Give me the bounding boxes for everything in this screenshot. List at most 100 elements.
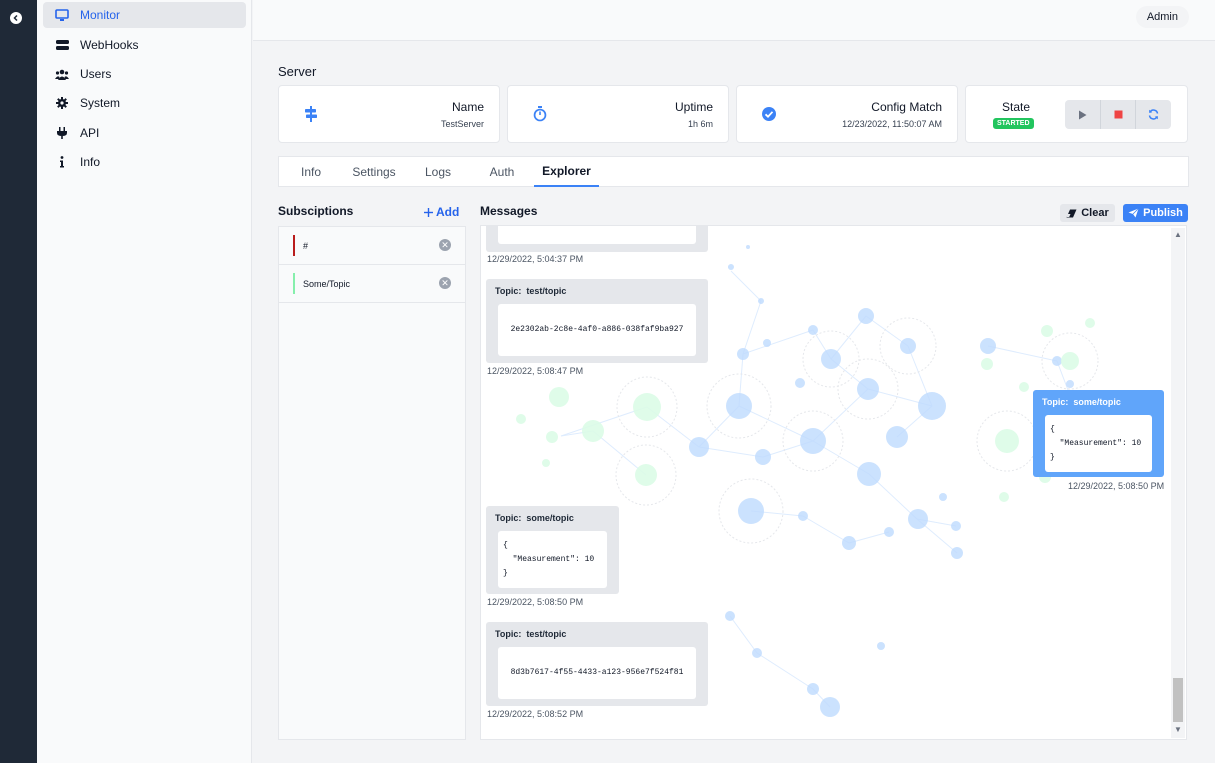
chevron-left-icon <box>13 14 18 22</box>
message-timestamp: 12/29/2022, 5:04:37 PM <box>487 254 584 264</box>
restart-button[interactable] <box>1136 100 1171 129</box>
tab-bar: Info Settings Logs Auth Explorer <box>278 156 1189 187</box>
payload-line: "Measurement": 10 <box>1050 439 1142 448</box>
topic-value: test/topic <box>526 286 567 296</box>
app-rail <box>0 0 37 763</box>
payload-line: "Measurement": 10 <box>503 555 595 564</box>
payload-text: 8d3b7617-4f55-4433-a123-956e7f524f81 <box>510 668 684 677</box>
refresh-icon <box>1148 109 1159 120</box>
start-button[interactable] <box>1065 100 1101 129</box>
message-payload: 8d3b7617-4f55-4433-a123-956e7f524f81 <box>498 647 696 699</box>
publish-button-label: Publish <box>1143 207 1183 219</box>
card-title: Name <box>451 100 484 114</box>
remove-subscription-button[interactable]: ✕ <box>439 239 451 251</box>
sidebar-item-system[interactable]: System <box>43 90 246 116</box>
signpost-icon <box>303 106 319 122</box>
payload-text: 2e2302ab-2c8e-4af0-a886-038faf9ba927 <box>510 325 684 334</box>
tab-info[interactable]: Info <box>287 157 335 187</box>
message-topic: Topic: test/topic <box>495 286 566 296</box>
eraser-icon <box>1066 209 1077 217</box>
stop-button[interactable] <box>1101 100 1137 129</box>
user-menu-button[interactable]: Admin <box>1135 6 1189 28</box>
messages-scrollbar[interactable]: ▲ ▼ <box>1171 228 1185 738</box>
card-title: Config Match <box>871 100 942 114</box>
top-bar: Admin <box>253 0 1215 41</box>
plus-icon <box>424 208 433 217</box>
sidebar-item-api[interactable]: API <box>43 120 246 146</box>
message-timestamp: 12/29/2022, 5:08:52 PM <box>487 709 584 719</box>
subscription-item[interactable]: Some/Topic ✕ <box>279 265 465 303</box>
message-topic: Topic: some/topic <box>495 513 574 523</box>
monitor-icon <box>55 8 69 22</box>
message-payload: { "Measurement": 10 } <box>1045 415 1152 472</box>
tab-auth[interactable]: Auth <box>478 157 526 187</box>
server-icon <box>55 38 69 52</box>
paper-plane-icon <box>1128 208 1139 218</box>
scroll-down-icon[interactable]: ▼ <box>1174 725 1182 734</box>
subscription-item[interactable]: # ✕ <box>279 227 465 265</box>
check-circle-icon <box>761 106 777 122</box>
tab-logs[interactable]: Logs <box>416 157 460 187</box>
message-timestamp: 12/29/2022, 5:08:47 PM <box>487 366 584 376</box>
message-timestamp: 12/29/2022, 5:08:50 PM <box>487 597 584 607</box>
card-title: Uptime <box>674 100 713 114</box>
topic-value: some/topic <box>1073 397 1121 407</box>
clear-button[interactable]: Clear <box>1060 204 1115 222</box>
sidebar-item-monitor[interactable]: Monitor <box>43 2 246 28</box>
sidebar-item-label: API <box>80 126 100 140</box>
close-icon: ✕ <box>441 240 449 250</box>
sidebar-item-info[interactable]: Info <box>43 149 246 175</box>
subscription-topic: Some/Topic <box>303 279 351 289</box>
message-bubble: Topic: test/topic 8d3b7617-4f55-4433-a12… <box>486 622 708 706</box>
sidebar: Monitor WebHooks Users System API Info <box>37 0 252 763</box>
tab-settings[interactable]: Settings <box>347 157 401 187</box>
server-section-title: Server <box>278 64 317 79</box>
tab-explorer[interactable]: Explorer <box>534 157 599 187</box>
info-icon <box>55 155 69 169</box>
message-timestamp: 12/29/2022, 5:08:50 PM <box>1068 481 1165 491</box>
sidebar-item-label: Info <box>80 155 101 169</box>
topic-value: test/topic <box>526 629 567 639</box>
card-title: State <box>1002 100 1031 114</box>
message-payload: 2e2302ab-2c8e-4af0-a886-038faf9ba927 <box>498 304 696 356</box>
sidebar-item-webhooks[interactable]: WebHooks <box>43 32 246 58</box>
messages-panel: 12/29/2022, 5:04:37 PM Topic: test/topic… <box>480 225 1187 740</box>
remove-subscription-button[interactable]: ✕ <box>439 277 451 289</box>
state-card: State STARTED <box>965 85 1188 143</box>
sidebar-item-label: Users <box>80 67 112 81</box>
subscription-color-bar <box>293 235 295 256</box>
topic-prefix: Topic: <box>495 286 522 296</box>
sidebar-item-label: System <box>80 96 121 110</box>
plug-icon <box>55 126 69 140</box>
config-match-value: 12/23/2022, 11:50:07 AM <box>842 119 942 129</box>
publish-button[interactable]: Publish <box>1123 204 1188 222</box>
sidebar-item-users[interactable]: Users <box>43 61 246 87</box>
message-bubble: Topic: some/topic { "Measurement": 10 } <box>486 506 619 594</box>
collapse-sidebar-button[interactable] <box>10 12 22 24</box>
message-payload <box>498 226 696 244</box>
subscription-topic: # <box>303 241 309 251</box>
message-bubble-outgoing: Topic: some/topic { "Measurement": 10 } <box>1033 390 1164 477</box>
messages-title: Messages <box>480 204 538 218</box>
topic-prefix: Topic: <box>495 629 522 639</box>
scroll-up-icon[interactable]: ▲ <box>1174 230 1182 239</box>
payload-line: { <box>503 541 508 550</box>
uptime-value: 1h 6m <box>687 119 713 129</box>
sidebar-item-label: WebHooks <box>80 38 139 52</box>
stop-icon <box>1114 110 1122 119</box>
subscription-color-bar <box>293 273 295 294</box>
clear-button-label: Clear <box>1081 207 1109 219</box>
config-match-card: Config Match 12/23/2022, 11:50:07 AM <box>736 85 958 143</box>
scrollbar-thumb[interactable] <box>1173 678 1183 722</box>
status-badge: STARTED <box>993 118 1034 129</box>
payload-line: { <box>1050 425 1055 434</box>
add-subscription-button[interactable]: Add <box>424 205 459 219</box>
message-bubble: Topic: test/topic 2e2302ab-2c8e-4af0-a88… <box>486 279 708 363</box>
close-icon: ✕ <box>441 278 449 288</box>
subscriptions-panel: # ✕ Some/Topic ✕ <box>278 226 466 740</box>
payload-line: } <box>503 569 508 578</box>
play-icon <box>1078 110 1087 119</box>
gear-icon <box>55 96 69 110</box>
subscriptions-title: Subsciptions <box>278 204 354 218</box>
topic-prefix: Topic: <box>495 513 522 523</box>
